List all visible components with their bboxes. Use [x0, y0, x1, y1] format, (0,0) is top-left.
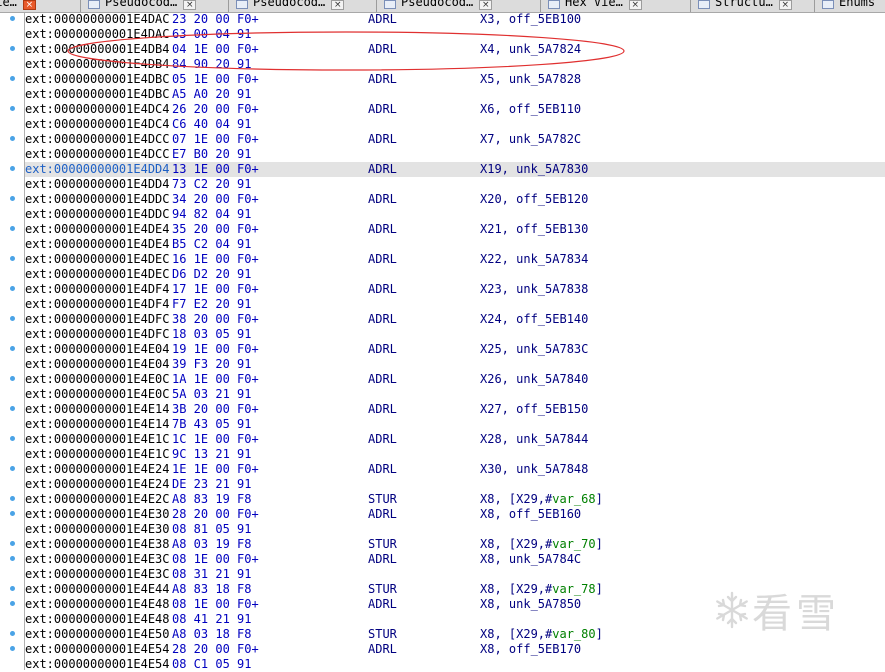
snowflake-logo-icon [716, 591, 748, 629]
watermark-text: 看雪 [752, 591, 840, 637]
red-annotation-ellipse [67, 31, 625, 71]
